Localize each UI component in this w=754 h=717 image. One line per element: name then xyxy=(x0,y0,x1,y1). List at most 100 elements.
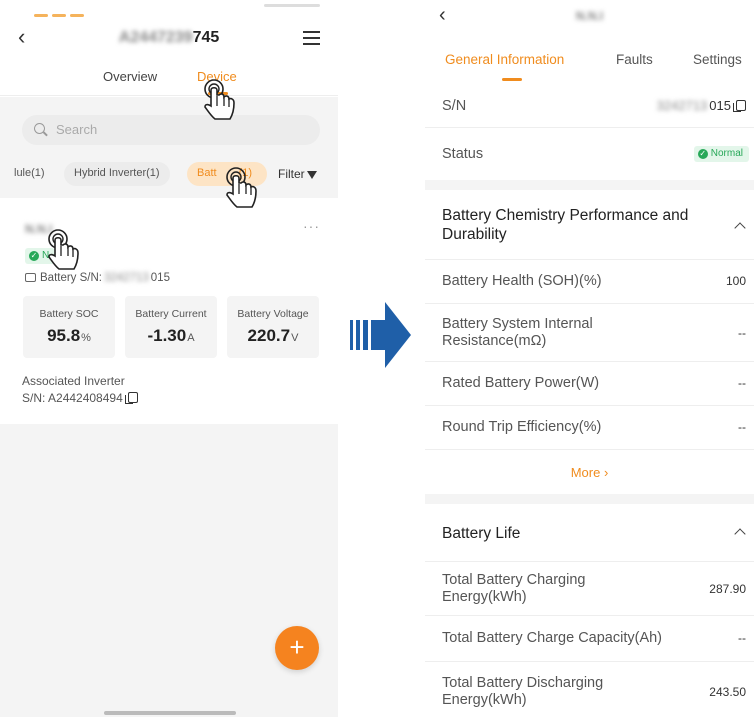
row-label: Total Battery Discharging Energy(kWh) xyxy=(442,675,604,708)
check-circle-icon: ✓ xyxy=(29,251,39,261)
row-value: 243.50 xyxy=(709,685,746,699)
copy-icon[interactable] xyxy=(733,100,746,112)
battery-sn-label: Battery S/N: xyxy=(40,272,102,284)
active-tab-indicator xyxy=(502,78,522,81)
metric-label: Battery Current xyxy=(135,308,207,320)
row-label: Rated Battery Power(W) xyxy=(442,375,600,391)
row-label: Total Battery Charge Capacity(Ah) xyxy=(442,630,663,646)
transition-arrow-icon xyxy=(350,302,411,368)
add-device-button[interactable]: + xyxy=(275,626,319,670)
metric-unit: % xyxy=(81,332,91,344)
row-value: 100 xyxy=(725,274,746,288)
plant-header: ‹ A2447239745 xyxy=(0,22,338,54)
metric-battery-soc: Battery SOC 95.8% xyxy=(23,296,115,358)
row-value: -- xyxy=(738,376,746,390)
row-label: Total Battery Charging Energy(kWh) xyxy=(442,572,586,605)
status-normal-badge: ✓ Normal xyxy=(693,146,749,162)
status-normal-text: Normal xyxy=(710,148,743,159)
row-label: Status xyxy=(442,146,484,162)
associated-inverter-sn-row: S/N: A2442408494 xyxy=(22,390,138,407)
tab-overview[interactable]: Overview xyxy=(103,69,157,84)
metric-value: 220.7V xyxy=(227,326,319,346)
copy-icon[interactable] xyxy=(124,392,138,404)
detail-header: ‹ N.N.I xyxy=(425,0,754,28)
chevron-up-icon[interactable] xyxy=(734,222,746,234)
metric-unit: V xyxy=(291,332,299,344)
metric-number: 220.7 xyxy=(247,326,291,345)
home-indicator xyxy=(104,711,236,715)
more-link[interactable]: More › xyxy=(425,465,754,480)
funnel-icon xyxy=(306,171,317,179)
section-title: Battery Life xyxy=(442,525,521,542)
battery-sn: Battery S/N: 3242713 015 xyxy=(25,272,170,284)
plant-tabs: Overview Device xyxy=(0,66,338,96)
status-bar xyxy=(34,4,104,17)
metric-battery-voltage: Battery Voltage 220.7V xyxy=(227,296,319,358)
metric-battery-current: Battery Current -1.30A xyxy=(125,296,217,358)
row-label: Round Trip Efficiency(%) xyxy=(442,419,602,435)
metric-value: -1.30A xyxy=(125,326,217,346)
tap-hand-icon xyxy=(226,167,257,208)
plant-title-blurred: A2447239 xyxy=(118,29,193,46)
section-divider xyxy=(425,494,754,504)
section-divider xyxy=(425,180,754,190)
tab-faults[interactable]: Faults xyxy=(616,52,653,67)
search-icon xyxy=(34,123,45,134)
tab-settings[interactable]: Settings xyxy=(693,52,742,67)
plant-title-suffix: 745 xyxy=(192,29,220,46)
section-header-battery-life[interactable]: Battery Life xyxy=(425,504,754,562)
row-value: -- xyxy=(738,326,746,340)
row-round-trip-efficiency: Round Trip Efficiency(%) -- xyxy=(425,406,754,450)
search-input[interactable]: Search xyxy=(22,115,320,145)
row-total-charge-capacity: Total Battery Charge Capacity(Ah) -- xyxy=(425,616,754,662)
id-card-icon xyxy=(25,273,36,282)
device-type-filter-chips: lule(1) Hybrid Inverter(1) Batt (1) Filte… xyxy=(0,162,338,188)
device-title: N.N.I xyxy=(575,9,604,23)
tap-hand-icon xyxy=(204,79,235,120)
associated-inverter-label: Associated Inverter xyxy=(22,374,125,388)
battery-sn-suffix: 015 xyxy=(150,272,170,284)
check-circle-icon: ✓ xyxy=(697,149,708,159)
search-placeholder: Search xyxy=(56,122,98,137)
row-total-charging-energy: Total Battery Charging Energy(kWh) 287.9… xyxy=(425,562,754,616)
chip-hybrid-inverter[interactable]: Hybrid Inverter(1) xyxy=(64,162,170,186)
metric-number: -1.30 xyxy=(147,326,187,345)
associated-inverter: Associated Inverter S/N: A2442408494 xyxy=(22,373,138,407)
sn-blurred: 3242713 xyxy=(656,98,708,113)
sn-suffix: 015 xyxy=(709,98,731,113)
filter-button[interactable]: Filter xyxy=(278,167,317,181)
associated-inverter-sn: S/N: A2442408494 xyxy=(22,391,123,405)
metric-number: 95.8 xyxy=(47,326,81,345)
chip-battery-label: Batt xyxy=(197,167,217,179)
row-battery-health: Battery Health (SOH)(%) 100 xyxy=(425,260,754,304)
section-title: Battery Chemistry Performance and Durabi… xyxy=(442,207,689,243)
chevron-up-icon[interactable] xyxy=(734,528,746,540)
more-options-icon[interactable]: ··· xyxy=(303,218,320,234)
metric-label: Battery SOC xyxy=(39,308,99,320)
row-total-discharging-energy: Total Battery Discharging Energy(kWh) 24… xyxy=(425,662,754,717)
right-screen-battery-detail: ‹ N.N.I General Information Faults Setti… xyxy=(425,0,754,717)
row-value: 287.90 xyxy=(709,582,746,596)
row-sn: S/N 3242713 015 xyxy=(425,84,754,128)
row-value: -- xyxy=(738,420,746,434)
chip-module[interactable]: lule(1) xyxy=(0,162,55,186)
row-value: 3242713 015 xyxy=(657,98,746,113)
tap-hand-icon xyxy=(48,229,79,270)
left-screen-device-list: ‹ A2447239745 Overview Device Search lul… xyxy=(0,0,338,717)
metric-label: Battery Voltage xyxy=(237,308,309,320)
section-header-chemistry[interactable]: Battery Chemistry Performance and Durabi… xyxy=(425,190,754,260)
metric-value: 95.8% xyxy=(23,326,115,346)
metric-unit: A xyxy=(187,332,195,344)
status-bar-indicators xyxy=(264,4,320,7)
row-rated-battery-power: Rated Battery Power(W) -- xyxy=(425,362,754,406)
row-label: S/N xyxy=(442,98,467,114)
row-internal-resistance: Battery System Internal Resistance(mΩ) -… xyxy=(425,304,754,362)
row-label: Battery System Internal Resistance(mΩ) xyxy=(442,316,593,349)
tab-general-information[interactable]: General Information xyxy=(445,52,564,67)
battery-sn-blurred: 3242713 xyxy=(104,272,149,284)
row-value: -- xyxy=(738,631,746,645)
plant-title: A2447239745 xyxy=(0,29,338,47)
filter-label: Filter xyxy=(278,167,305,181)
menu-icon[interactable] xyxy=(303,31,320,45)
detail-tabs: General Information Faults Settings xyxy=(425,44,754,81)
